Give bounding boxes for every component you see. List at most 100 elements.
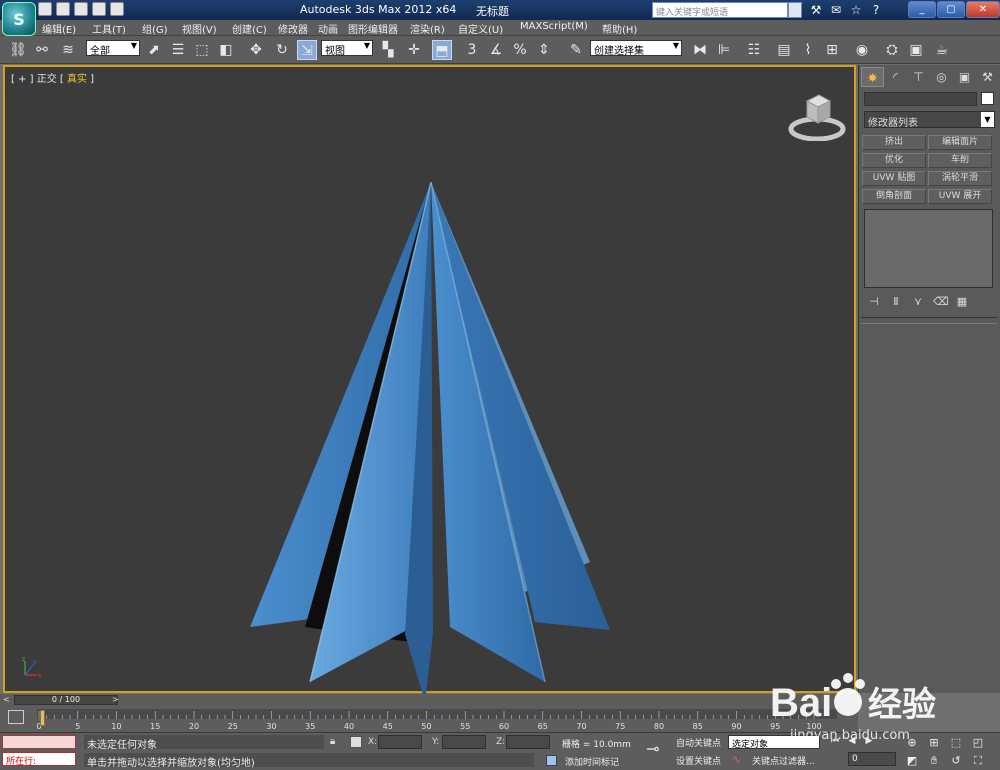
- modifier-button-bevel-profile[interactable]: 倒角剖面: [862, 189, 926, 204]
- frame-ruler[interactable]: 0 5 10 15 20 25 30 35 40 45 50 55 60 65 70 75 80 85 90 95 10…: [37, 709, 837, 731]
- select-object-icon[interactable]: ⬈: [144, 40, 164, 60]
- auto-key-button[interactable]: 自动关键点: [676, 736, 721, 749]
- utilities-tab-icon[interactable]: ⚒: [976, 67, 999, 87]
- viewport-menu-label[interactable]: [ + ]: [11, 74, 37, 85]
- viewport-view-name[interactable]: 正交: [37, 74, 57, 85]
- y-coordinate-field[interactable]: [442, 735, 486, 749]
- close-button[interactable]: ✕: [966, 1, 1000, 18]
- time-tag-icon[interactable]: [546, 755, 557, 766]
- binoculars-icon[interactable]: [788, 2, 802, 18]
- absolute-mode-icon[interactable]: [350, 736, 362, 748]
- render-setup-icon[interactable]: ⛭: [882, 40, 902, 60]
- modifier-stack[interactable]: [864, 209, 993, 288]
- selection-filter-dropdown[interactable]: 全部 ▼: [86, 40, 140, 57]
- menu-tools[interactable]: 工具(T): [92, 21, 126, 36]
- x-coordinate-field[interactable]: [378, 735, 422, 749]
- z-coordinate-field[interactable]: [506, 735, 550, 749]
- create-tab-icon[interactable]: ✸: [861, 67, 884, 87]
- subscription-icon[interactable]: ⚒: [808, 2, 824, 18]
- bind-space-warp-icon[interactable]: ≋: [58, 40, 78, 60]
- snaps-toggle-icon[interactable]: 3: [462, 40, 482, 60]
- rendered-frame-window-icon[interactable]: ▣: [906, 40, 926, 60]
- set-key-button[interactable]: 设置关键点: [676, 754, 721, 767]
- perspective-viewport[interactable]: [ + ] 正交 [ 真实 ] x z y: [3, 65, 856, 702]
- menu-maxscript[interactable]: MAXScript(M): [520, 21, 588, 32]
- schematic-view-icon[interactable]: ⊞: [822, 40, 842, 60]
- current-frame-field[interactable]: 0: [848, 752, 896, 766]
- zoom-extents-icon[interactable]: ⬚: [946, 735, 966, 750]
- zoom-extents-all-icon[interactable]: ◰: [968, 735, 988, 750]
- menu-modifiers[interactable]: 修改器: [278, 21, 308, 36]
- modifier-button-edit-patch[interactable]: 编辑面片: [928, 135, 992, 150]
- pivot-center-icon[interactable]: ▚: [378, 40, 398, 60]
- undo-icon[interactable]: [92, 2, 106, 16]
- pan-icon[interactable]: ✋︎: [924, 753, 944, 768]
- new-file-icon[interactable]: [38, 2, 52, 16]
- align-icon[interactable]: ⊫: [714, 40, 734, 60]
- track-bar[interactable]: 0 5 10 15 20 25 30 35 40 45 50 55 60 65 70 75 80 85 90 95 10…: [0, 706, 858, 732]
- maxscript-mini-listener[interactable]: 所在行:: [2, 752, 76, 767]
- app-logo-button[interactable]: S: [2, 2, 36, 36]
- add-time-tag-button[interactable]: 添加时间标记: [565, 755, 619, 768]
- next-frame-icon[interactable]: >: [112, 695, 124, 705]
- make-unique-icon[interactable]: ⋎: [911, 295, 925, 309]
- orbit-icon[interactable]: ↺: [946, 753, 966, 768]
- menu-rendering[interactable]: 渲染(R): [410, 21, 445, 36]
- search-input[interactable]: 键入关键字或短语: [652, 2, 788, 18]
- mini-curve-editor-icon[interactable]: [8, 710, 24, 724]
- save-file-icon[interactable]: [74, 2, 88, 16]
- render-production-icon[interactable]: ☕: [932, 40, 952, 60]
- configure-modifier-sets-icon[interactable]: ▦: [955, 295, 969, 309]
- mirror-icon[interactable]: ⧓: [690, 40, 710, 60]
- menu-graph-editors[interactable]: 图形编辑器: [348, 21, 398, 36]
- menu-group[interactable]: 组(G): [142, 21, 168, 36]
- select-manipulate-icon[interactable]: ✛: [404, 40, 424, 60]
- maxscript-listener-field[interactable]: [2, 735, 76, 749]
- minimize-button[interactable]: _: [908, 1, 936, 18]
- open-file-icon[interactable]: [56, 2, 70, 16]
- hierarchy-tab-icon[interactable]: ⊤: [907, 67, 930, 87]
- key-filters-button[interactable]: 关键点过滤器...: [752, 754, 815, 767]
- scale-icon[interactable]: ⇲: [297, 40, 317, 60]
- maximize-viewport-icon[interactable]: ⛶: [968, 753, 988, 768]
- link-icon[interactable]: ⛓: [8, 40, 28, 60]
- modifier-button-extrude[interactable]: 挤出: [862, 135, 926, 150]
- menu-animation[interactable]: 动画: [318, 21, 338, 36]
- window-crossing-icon[interactable]: ◧: [216, 40, 236, 60]
- display-tab-icon[interactable]: ▣: [953, 67, 976, 87]
- object-name-field[interactable]: [864, 92, 977, 106]
- select-by-name-icon[interactable]: ☰: [168, 40, 188, 60]
- rotate-icon[interactable]: ↻: [272, 40, 292, 60]
- unlink-icon[interactable]: ⚯: [32, 40, 52, 60]
- rectangle-selection-icon[interactable]: ⬚: [192, 40, 212, 60]
- viewcube-icon[interactable]: [788, 91, 846, 141]
- menu-edit[interactable]: 编辑(E): [42, 21, 76, 36]
- remove-modifier-icon[interactable]: ⌫: [933, 295, 949, 309]
- show-end-result-icon[interactable]: Ⅱ: [889, 295, 903, 309]
- maximize-button[interactable]: ▢: [937, 1, 965, 18]
- spinner-snap-icon[interactable]: ⇕: [534, 40, 554, 60]
- pin-stack-icon[interactable]: ⊣: [867, 295, 881, 309]
- set-key-icon[interactable]: ⊸: [646, 739, 670, 759]
- curve-editor-icon[interactable]: ⌇: [798, 40, 818, 60]
- current-frame-indicator[interactable]: [40, 710, 45, 726]
- modifier-button-unwrap-uvw[interactable]: UVW 展开: [928, 189, 992, 204]
- modifier-button-lathe[interactable]: 车削: [928, 153, 992, 168]
- modifier-list-dropdown[interactable]: 修改器列表 ▼: [864, 111, 995, 129]
- favorites-icon[interactable]: ☆: [848, 2, 864, 18]
- keyboard-shortcut-override-icon[interactable]: ⬒: [432, 40, 452, 60]
- menu-views[interactable]: 视图(V): [182, 21, 217, 36]
- modifier-button-turbosmooth[interactable]: 涡轮平滑: [928, 171, 992, 186]
- communication-icon[interactable]: ✉: [828, 2, 844, 18]
- field-of-view-icon[interactable]: ◩: [902, 753, 922, 768]
- move-icon[interactable]: ✥: [246, 40, 266, 60]
- edit-named-selection-icon[interactable]: ✎: [566, 40, 586, 60]
- modifier-button-optimize[interactable]: 优化: [862, 153, 926, 168]
- key-mode-icon[interactable]: ∿: [732, 753, 741, 766]
- modifier-button-uvw-map[interactable]: UVW 贴图: [862, 171, 926, 186]
- lock-selection-icon[interactable]: 🔒︎: [330, 736, 335, 747]
- viewport-shading-label[interactable]: 真实: [67, 74, 87, 85]
- time-slider-thumb[interactable]: 0 / 100: [14, 695, 118, 705]
- viewport-label[interactable]: [ + ] 正交 [ 真实 ]: [11, 70, 94, 85]
- menu-create[interactable]: 创建(C): [232, 21, 267, 36]
